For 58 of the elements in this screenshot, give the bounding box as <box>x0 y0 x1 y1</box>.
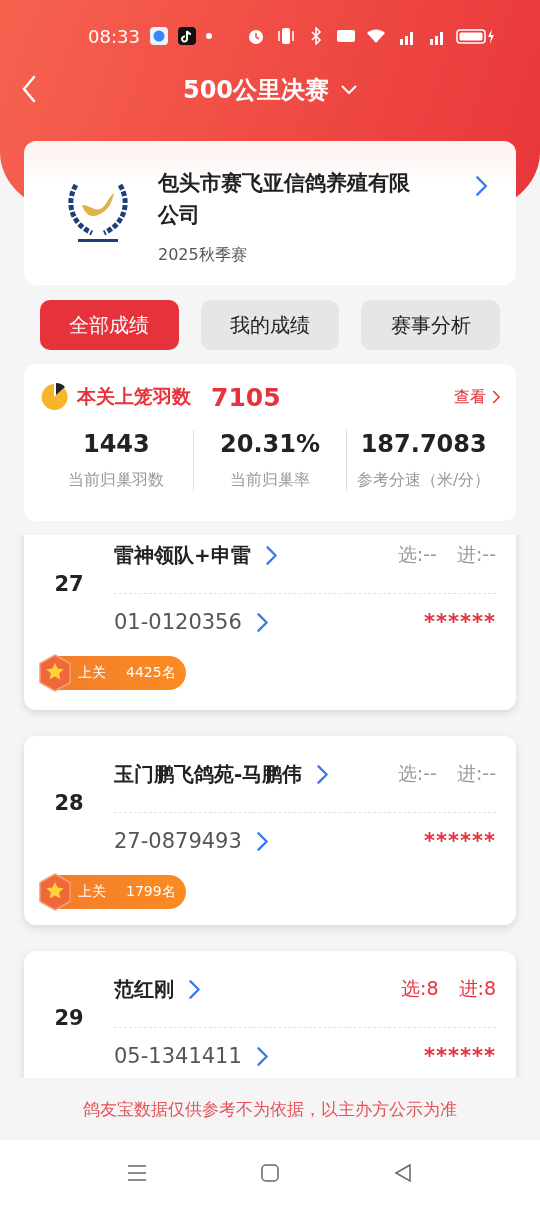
status-time: 08:33 <box>88 25 140 47</box>
chevron-icon <box>492 390 500 404</box>
rank-badge: 上关 1799名 <box>40 875 186 909</box>
rank-badge: 上关 4425名 <box>40 656 186 690</box>
result-card[interactable]: 27 雷神领队+申雷 选:-- 进:-- 01-0120356 ****** 上关 4425名 <box>24 535 516 710</box>
alarm-icon <box>246 27 266 45</box>
club-name: 包头市赛飞亚信鸽养殖有限公司 <box>158 170 411 229</box>
season-label: 2025秋季赛 <box>158 245 248 266</box>
wifi-icon <box>366 27 386 45</box>
speed-value: ****** <box>424 1044 496 1068</box>
chevron-right-icon <box>264 544 277 566</box>
speed-value: ****** <box>424 829 496 853</box>
picked-count: 选:-- <box>397 761 437 786</box>
race-selector[interactable]: 500公里决赛 <box>182 74 358 106</box>
battery-charging-icon <box>456 27 496 45</box>
stat-value: 20.31% <box>220 430 320 458</box>
rank-number: 28 <box>53 789 85 817</box>
chevron-right-icon <box>188 978 200 1000</box>
stat-label: 当前归巢羽数 <box>68 470 165 491</box>
tab[interactable]: 全部成绩 <box>40 300 179 350</box>
dot-icon <box>205 33 212 39</box>
ring-number-link[interactable]: 27-0879493 <box>114 829 268 853</box>
chevron-right-icon <box>255 830 268 852</box>
chevron-right-icon <box>474 175 488 197</box>
summary-label: 本关上笼羽数 <box>77 384 191 409</box>
stat-label: 当前归巢率 <box>230 470 310 491</box>
stat-value: 1443 <box>82 430 150 458</box>
home-icon[interactable] <box>258 1161 282 1185</box>
result-card[interactable]: 28 玉门鹏飞鸽苑-马鹏伟 选:-- 进:-- 27-0879493 ****** 上关 1799名 <box>24 736 516 925</box>
stat-value: 187.7083 <box>360 430 487 458</box>
speed-value: ****** <box>424 610 496 634</box>
pie-chart-icon <box>40 383 68 411</box>
loft-name-link[interactable]: 雷神领队+申雷 <box>114 541 277 569</box>
chevron-right-icon <box>255 1045 268 1067</box>
picked-count: 选:-- <box>397 542 437 567</box>
tab[interactable]: 赛事分析 <box>361 300 500 350</box>
entered-count: 进:-- <box>456 761 496 786</box>
rank-number: 27 <box>53 570 85 598</box>
entered-count: 进:8 <box>458 976 496 1001</box>
rank-number: 29 <box>53 1004 85 1032</box>
club-card[interactable]: 包头市赛飞亚信鸽养殖有限公司 2025秋季赛 <box>24 141 516 285</box>
stat-label: 参考分速（米/分） <box>357 470 491 491</box>
loft-name-link[interactable]: 玉门鹏飞鸽苑-马鹏伟 <box>114 760 329 788</box>
loft-name-link[interactable]: 范红刚 <box>114 975 200 1003</box>
back-icon[interactable] <box>22 75 36 103</box>
result-card[interactable]: 29 范红刚 选:8 进:8 05-1341411 ****** <box>24 951 516 1078</box>
view-link[interactable]: 查看 <box>454 386 500 408</box>
ring-number-link[interactable]: 01-0120356 <box>114 610 268 634</box>
chevron-right-icon <box>255 611 268 633</box>
summary-count: 7105 <box>211 382 281 412</box>
vibrate-icon <box>276 27 296 45</box>
caret-icon <box>341 85 358 95</box>
picked-count: 选:8 <box>401 976 439 1001</box>
tab[interactable]: 我的成绩 <box>200 300 340 350</box>
ring-number-link[interactable]: 05-1341411 <box>114 1044 268 1068</box>
disclaimer-text: 鸽友宝数据仅供参考不为依据，以主办方公示为准 <box>82 1097 458 1121</box>
chevron-right-icon <box>316 763 329 785</box>
entered-count: 进:-- <box>456 542 496 567</box>
